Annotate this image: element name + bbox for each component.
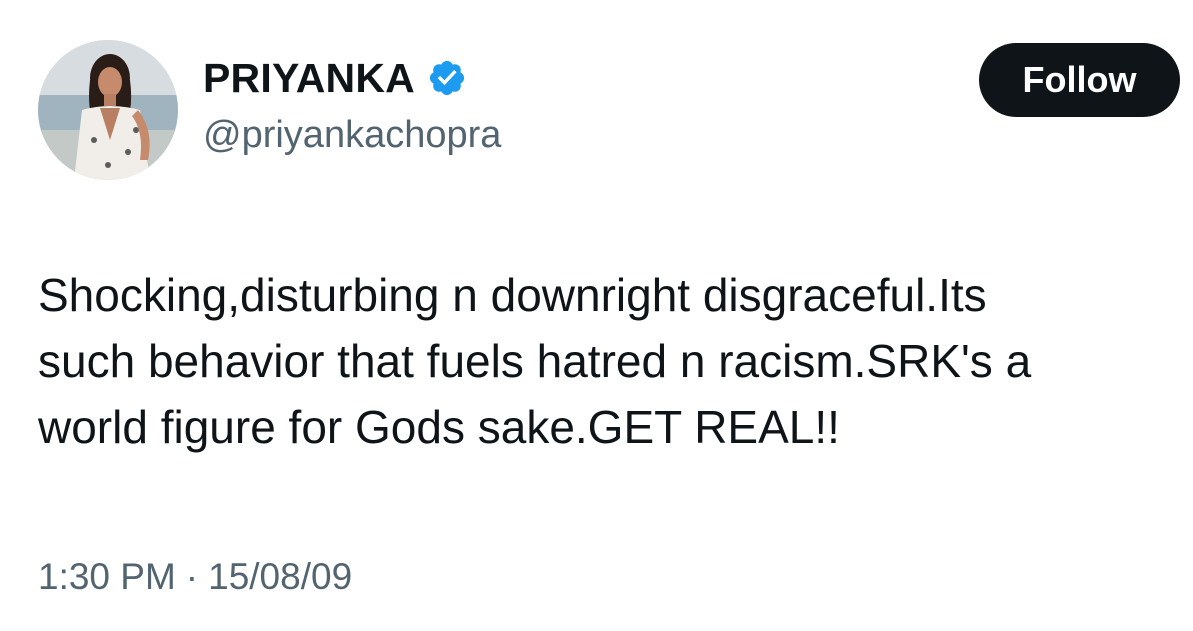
display-name[interactable]: PRIYANKA xyxy=(203,55,415,102)
tweet-text-line: such behavior that fuels hatred n racism… xyxy=(38,335,1032,387)
tweet-card: PRIYANKA @priyankachopra Follow Shocking… xyxy=(0,0,1193,631)
profile-photo-icon xyxy=(38,40,178,180)
tweet-timestamp[interactable]: 1:30 PM · 15/08/09 xyxy=(38,556,352,598)
tweet-text-line: world figure for Gods sake.GET REAL!! xyxy=(38,401,840,453)
avatar[interactable] xyxy=(38,40,178,180)
tweet-time: 1:30 PM xyxy=(38,556,176,597)
name-row: PRIYANKA xyxy=(203,53,467,103)
tweet-date: 15/08/09 xyxy=(208,556,353,597)
user-handle[interactable]: @priyankachopra xyxy=(203,114,501,157)
tweet-text: Shocking,disturbing n downright disgrace… xyxy=(38,262,1188,460)
separator-dot: · xyxy=(185,556,199,597)
verified-badge-icon xyxy=(427,58,467,98)
tweet-text-line: Shocking,disturbing n downright disgrace… xyxy=(38,269,987,321)
follow-button[interactable]: Follow xyxy=(979,43,1180,117)
